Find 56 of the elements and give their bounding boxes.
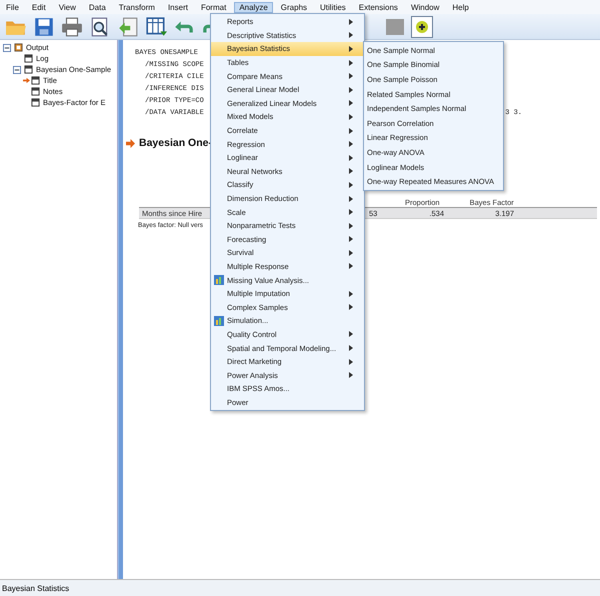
submenu-arrow-icon [349,236,353,242]
document-icon [31,76,40,85]
document-icon [24,54,33,63]
submenu-arrow-icon [349,141,353,148]
menu-item[interactable]: Insert [162,2,193,12]
arrow-icon [126,138,135,148]
submenu-arrow-icon [349,100,353,106]
submenu-arrow-icon [349,18,353,25]
submenu-arrow-icon [349,196,353,202]
output-heading: Bayesian One- [139,137,212,149]
menu-item[interactable]: View [54,2,81,12]
status-text: Bayesian Statistics [2,584,70,592]
menu-item[interactable]: Help [447,2,474,12]
menu-item[interactable]: Utilities [315,2,351,12]
document-icon [31,87,40,96]
menu-item[interactable]: Extensions [354,2,403,12]
submenu-arrow-icon [349,250,353,256]
submenu-arrow-icon [349,154,353,161]
submenu-arrow-icon [349,358,353,365]
submenu-arrow-icon [349,73,353,80]
collapse-icon[interactable] [13,66,21,74]
save-icon[interactable] [33,16,55,36]
submenu-arrow-icon [349,168,353,174]
collapse-icon[interactable] [3,44,11,52]
document-icon [31,98,40,107]
menu-item[interactable]: File [1,2,24,12]
submenu-arrow-icon [349,209,353,216]
submenu-arrow-icon [349,372,353,378]
circle-plus-icon[interactable] [411,16,433,38]
submenu-arrow-icon [349,32,353,38]
menu-item[interactable]: Graphs [276,2,312,12]
submenu-arrow-icon [349,86,353,93]
chart-icon [214,316,224,326]
data-grid-icon[interactable] [145,16,167,36]
output-book-icon [14,43,23,52]
submenu-arrow-icon [349,222,353,229]
submenu-arrow-icon [349,182,353,188]
submenu-arrow-icon [349,345,353,352]
submenu-arrow-icon [349,128,353,134]
chart-icon [214,275,224,286]
menu-item[interactable]: Transform [114,2,160,12]
document-icon [24,65,33,74]
menu-item[interactable]: Window [406,2,444,12]
submenu-arrow-icon [349,114,353,120]
menu-item[interactable]: Edit [26,2,51,12]
submenu-arrow-icon [349,263,353,270]
submenu-arrow-icon [349,304,353,310]
document-arrow-icon[interactable] [117,16,139,36]
submenu-arrow-icon [349,60,353,66]
submenu-arrow-icon [349,331,353,338]
menu-item[interactable]: Format [196,2,232,12]
menu-item[interactable]: Data [84,2,111,12]
menu-item[interactable]: Analyze [234,2,273,12]
printer-icon[interactable] [61,16,83,36]
submenu-arrow-icon [349,46,353,52]
submenu-arrow-icon [349,290,353,297]
